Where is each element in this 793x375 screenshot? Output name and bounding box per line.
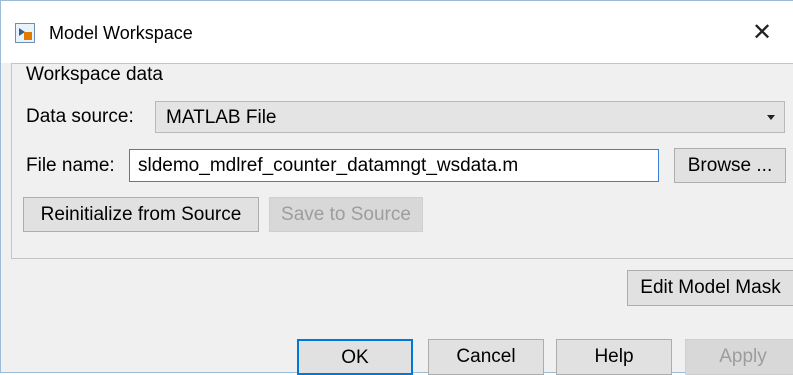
cancel-button[interactable]: Cancel (428, 339, 544, 375)
file-name-field[interactable] (129, 149, 659, 182)
simulink-model-icon (15, 23, 35, 43)
model-workspace-dialog: Model Workspace ✕ Workspace data Data so… (0, 0, 793, 375)
ok-button[interactable]: OK (297, 339, 413, 375)
reinitialize-from-source-button[interactable]: Reinitialize from Source (23, 197, 259, 232)
file-name-label: File name: (26, 155, 115, 176)
group-title: Workspace data (26, 64, 163, 85)
window-title: Model Workspace (49, 23, 193, 43)
title-bar: Model Workspace ✕ (1, 1, 793, 63)
chevron-down-icon (767, 115, 775, 120)
help-button[interactable]: Help (556, 339, 672, 375)
browse-button[interactable]: Browse ... (674, 148, 786, 183)
data-source-value: MATLAB File (166, 107, 277, 128)
apply-button[interactable]: Apply (685, 339, 793, 375)
edit-model-mask-button[interactable]: Edit Model Mask (627, 270, 793, 306)
data-source-label: Data source: (26, 106, 134, 127)
data-source-dropdown[interactable]: MATLAB File (155, 101, 785, 133)
close-icon[interactable]: ✕ (744, 15, 780, 51)
save-to-source-button[interactable]: Save to Source (269, 197, 423, 232)
